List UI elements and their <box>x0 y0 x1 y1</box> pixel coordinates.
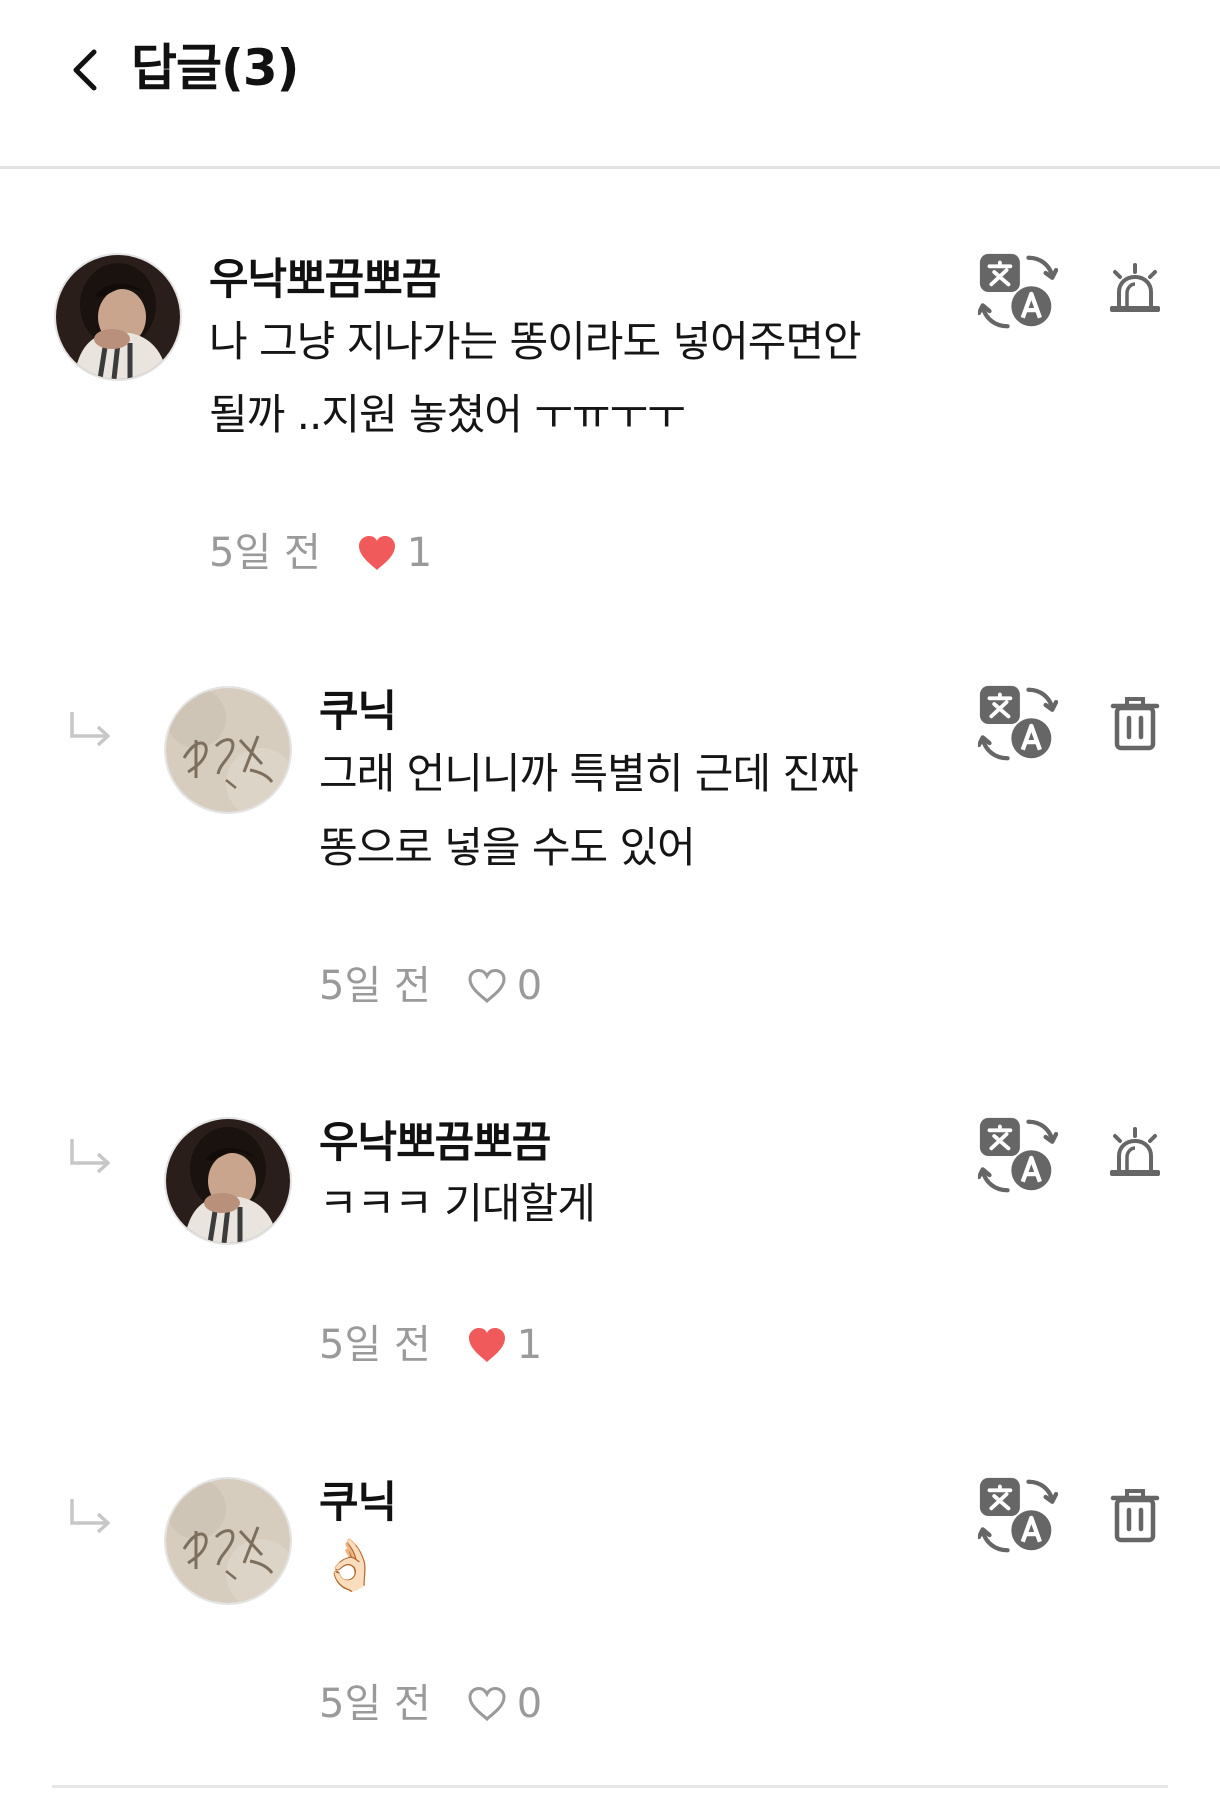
heart-outline-icon <box>467 1686 507 1722</box>
translate-button[interactable] <box>976 682 1060 766</box>
avatar[interactable] <box>164 1117 292 1245</box>
trash-icon <box>1105 694 1165 754</box>
like-count: 1 <box>516 1322 543 1368</box>
comment-meta: 5일 전 0 <box>319 958 542 1014</box>
heart-filled-icon <box>467 1327 507 1363</box>
page-title: 답글(3) <box>131 39 299 97</box>
reply-arrow-icon <box>68 710 114 750</box>
like-button[interactable]: 1 <box>467 1317 542 1373</box>
comment-text-line: 그래 언니니까 특별히 근데 진짜 <box>319 749 859 798</box>
heart-outline-icon <box>467 968 507 1004</box>
like-count: 1 <box>406 530 433 576</box>
chevron-left-icon <box>73 49 97 91</box>
like-button[interactable]: 0 <box>467 1676 542 1732</box>
like-count: 0 <box>516 963 543 1009</box>
report-siren-icon <box>1105 1126 1165 1186</box>
comment-text-line: 똥으로 넣을 수도 있어 <box>319 823 696 872</box>
comment-time: 5일 전 <box>319 1681 431 1727</box>
trash-icon <box>1105 1486 1165 1546</box>
avatar-image <box>166 1479 290 1603</box>
comment-author[interactable]: 우낙뽀끔뽀끔 <box>319 1115 551 1171</box>
like-button[interactable]: 1 <box>357 525 432 581</box>
avatar[interactable] <box>54 253 182 381</box>
comment-meta: 5일 전 1 <box>319 1317 542 1373</box>
delete-button[interactable] <box>1093 1474 1177 1558</box>
translate-button[interactable] <box>976 1114 1060 1198</box>
comment-meta: 5일 전 0 <box>319 1676 542 1732</box>
avatar-image <box>166 688 290 812</box>
avatar[interactable] <box>164 1477 292 1605</box>
back-button[interactable] <box>64 44 112 96</box>
comment-time: 5일 전 <box>319 963 431 1009</box>
header-bar: 답글(3) <box>0 0 1220 169</box>
comment-text-line: ㅋㅋㅋ 기대할게 <box>319 1179 596 1228</box>
report-button[interactable] <box>1093 1114 1177 1198</box>
reply-arrow-icon <box>68 1137 114 1177</box>
translate-button[interactable] <box>976 1474 1060 1558</box>
report-siren-icon <box>1105 262 1165 322</box>
comment-author[interactable]: 쿠닉 <box>319 1475 397 1531</box>
comment-text-line: 👌🏻 <box>319 1536 381 1594</box>
like-button[interactable]: 0 <box>467 958 542 1014</box>
comment-author[interactable]: 쿠닉 <box>319 684 397 740</box>
list-bottom-divider <box>52 1785 1168 1788</box>
comment-text-line: 나 그냥 지나가는 똥이라도 넣어주면안 <box>209 317 862 366</box>
comment-meta: 5일 전 1 <box>209 525 432 581</box>
report-button[interactable] <box>1093 250 1177 334</box>
comment-text-line: 될까 ..지원 놓쳤어 ㅜㅠㅜㅜ <box>209 390 686 439</box>
translate-icon <box>978 252 1058 332</box>
delete-button[interactable] <box>1093 682 1177 766</box>
heart-filled-icon <box>357 535 397 571</box>
avatar-image <box>56 255 180 379</box>
avatar-image <box>166 1119 290 1243</box>
translate-icon <box>978 1476 1058 1556</box>
avatar[interactable] <box>164 686 292 814</box>
comment-author[interactable]: 우낙뽀끔뽀끔 <box>209 252 441 308</box>
comment-time: 5일 전 <box>209 530 321 576</box>
comment-time: 5일 전 <box>319 1322 431 1368</box>
translate-button[interactable] <box>976 250 1060 334</box>
translate-icon <box>978 1116 1058 1196</box>
reply-arrow-icon <box>68 1497 114 1537</box>
translate-icon <box>978 684 1058 764</box>
like-count: 0 <box>516 1681 543 1727</box>
